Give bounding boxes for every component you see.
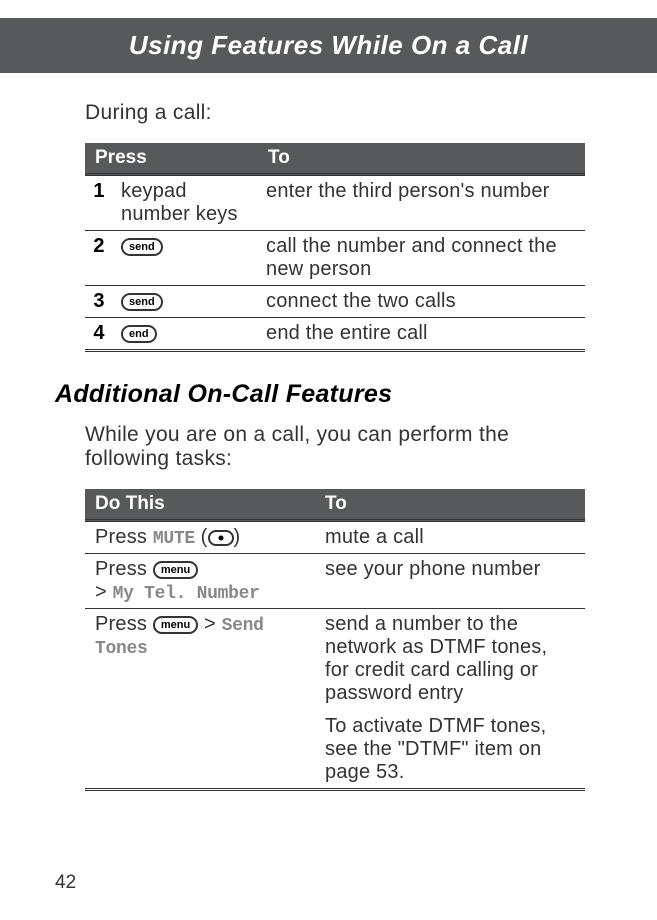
page-number: 42 [55, 872, 76, 894]
press-label: Press [95, 526, 153, 548]
my-tel-number-label: My Tel. Number [113, 584, 260, 604]
table-row: 3 send connect the two calls [85, 286, 585, 318]
row-num: 2 [85, 231, 113, 286]
section-heading: Additional On-Call Features [55, 380, 585, 409]
page-content: During a call: Press To 1 keypad number … [0, 73, 657, 791]
do-cell: Press menu > My Tel. Number [85, 554, 315, 609]
press-cell: keypad number keys [113, 175, 258, 231]
row-num: 1 [85, 175, 113, 231]
do-this-to-table: Do This To Press MUTE () mute a call Pre… [85, 489, 585, 791]
send-button-icon: send [121, 238, 163, 256]
press-label: Press [95, 558, 153, 580]
table-row: Press menu > Send Tones send a number to… [85, 609, 585, 790]
to-cell: end the entire call [258, 318, 585, 351]
to-cell: mute a call [315, 521, 585, 554]
table-header-row: Press To [85, 143, 585, 175]
menu-button-icon: menu [153, 561, 198, 579]
arrow-prefix: > [95, 581, 113, 603]
to-text-b: To activate DTMF tones, see the "DTMF" i… [325, 715, 575, 784]
table-header-row: Do This To [85, 489, 585, 521]
send-button-icon: send [121, 293, 163, 311]
table-row: Press menu > My Tel. Number see your pho… [85, 554, 585, 609]
paren-open: ( [195, 526, 208, 548]
intro-text-2: While you are on a call, you can perform… [85, 423, 585, 471]
chapter-title: Using Features While On a Call [129, 30, 528, 60]
to-cell: send a number to the network as DTMF ton… [315, 609, 585, 790]
to-cell: enter the third person's number [258, 175, 585, 231]
press-to-table: Press To 1 keypad number keys enter the … [85, 143, 585, 352]
table-row: 2 send call the number and connect the n… [85, 231, 585, 286]
chapter-title-banner: Using Features While On a Call [0, 18, 657, 73]
to-cell: call the number and connect the new pers… [258, 231, 585, 286]
table-row: Press MUTE () mute a call [85, 521, 585, 554]
to-cell: connect the two calls [258, 286, 585, 318]
press-cell: send [113, 286, 258, 318]
to-cell: see your phone number [315, 554, 585, 609]
row-num: 4 [85, 318, 113, 351]
press-cell: end [113, 318, 258, 351]
header-do: Do This [85, 489, 315, 521]
press-label: Press [95, 613, 153, 635]
intro-text-1: During a call: [85, 101, 585, 125]
do-cell: Press MUTE () [85, 521, 315, 554]
arrow-prefix: > [198, 613, 221, 635]
press-cell: send [113, 231, 258, 286]
menu-button-icon: menu [153, 616, 198, 634]
header-to: To [258, 143, 585, 175]
do-cell: Press menu > Send Tones [85, 609, 315, 790]
paren-close: ) [234, 526, 241, 548]
table-row: 4 end end the entire call [85, 318, 585, 351]
mute-label: MUTE [153, 529, 195, 549]
end-button-icon: end [121, 325, 157, 343]
table-row: 1 keypad number keys enter the third per… [85, 175, 585, 231]
to-text-a: send a number to the network as DTMF ton… [325, 613, 575, 705]
dot-button-icon [208, 530, 234, 546]
header-to: To [315, 489, 585, 521]
row-num: 3 [85, 286, 113, 318]
header-press: Press [85, 143, 258, 175]
